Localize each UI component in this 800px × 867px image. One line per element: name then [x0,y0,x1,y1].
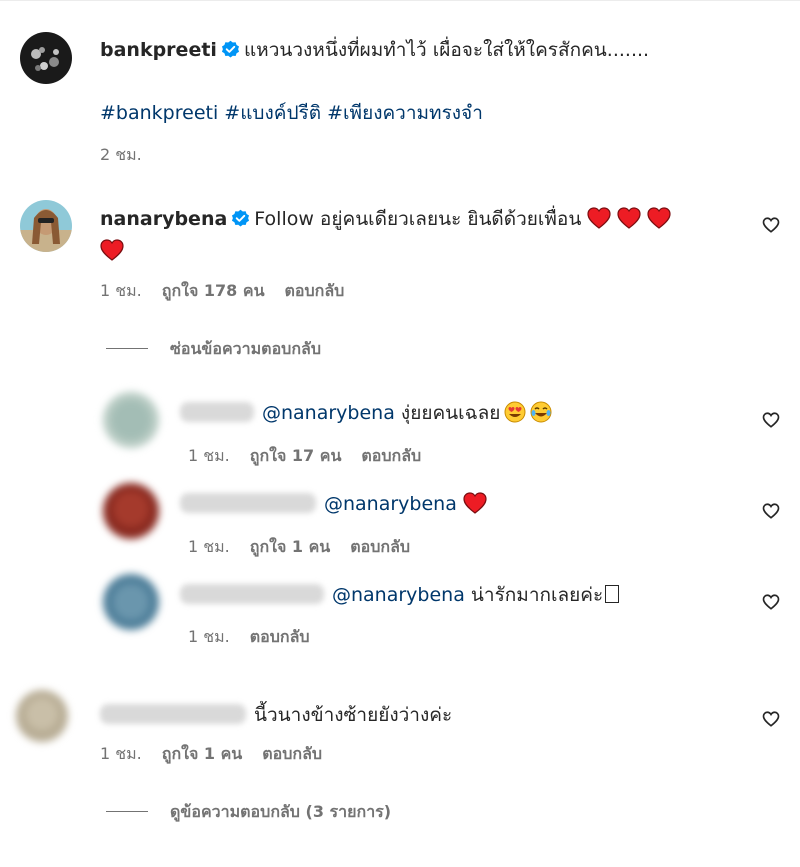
replies-dash [106,348,148,349]
post-time: 2 ชม. [100,145,142,164]
caption-hashtags[interactable]: #bankpreeti #แบงค์ปรีติ #เพียงความทรงจำ [100,100,483,126]
avatar-nanarybena[interactable] [20,200,72,252]
comment-text: Follow อยู่คนเดียวเลยนะ ยินดีด้วยเพื่อน [254,208,582,230]
red-heart-emoji [100,239,124,261]
mention-nanarybena[interactable]: @nanarybena [324,493,457,515]
reply-1: @nanarybena งุ่ยยคนเฉลย [180,400,552,426]
hide-replies-label: ซ่อนข้อความตอบกลับ [170,339,321,358]
reply-text: งุ่ยยคนเฉลย [400,402,501,424]
reply-meta: 1 ชม. ถูกใจ 17 คน ตอบกลับ [188,444,441,469]
avatar-commenter-2[interactable] [16,690,68,742]
red-heart-emoji [587,207,611,229]
reply-text: น่ารักมากเลยค่ะ [470,584,604,606]
reply-likes[interactable]: ถูกใจ 1 คน [250,537,330,556]
comment-time: 1 ชม. [100,744,142,763]
reply-button[interactable]: ตอบกลับ [285,281,345,300]
comment-continuation [100,238,124,264]
reply-time: 1 ชม. [188,537,230,556]
blurred-username[interactable] [180,402,254,422]
reply-button[interactable]: ตอบกลับ [250,627,310,646]
tears-of-joy-emoji [530,401,552,423]
reply-time: 1 ชม. [188,627,230,646]
red-heart-emoji [463,492,487,514]
blurred-username[interactable] [180,493,316,513]
username-nanarybena[interactable]: nanarybena [100,208,227,230]
mention-nanarybena[interactable]: @nanarybena [262,402,395,424]
top-divider [0,0,800,1]
comment-time: 1 ชม. [100,281,142,300]
reply-button[interactable]: ตอบกลับ [350,537,410,556]
comment-2: นี้วนางข้างซ้ายยังว่างค่ะ [100,702,452,728]
view-replies-label: ดูข้อความตอบกลับ (3 รายการ) [170,802,392,821]
reply-button[interactable]: ตอบกลับ [361,446,421,465]
like-heart-icon[interactable] [762,502,780,520]
post-caption: bankpreeti แหวนวงหนึ่งที่ผมทำไว้ เผื่อจะใ… [100,37,649,63]
like-heart-icon[interactable] [762,593,780,611]
red-heart-emoji [647,207,671,229]
verified-badge-icon [232,209,250,227]
like-heart-icon[interactable] [762,411,780,429]
reply-button[interactable]: ตอบกลับ [262,744,322,763]
reply-2: @nanarybena [180,491,487,517]
avatar-bankpreeti[interactable] [20,32,72,84]
like-heart-icon[interactable] [762,216,780,234]
missing-glyph-icon [605,585,620,603]
hide-replies-button[interactable]: ซ่อนข้อความตอบกลับ [106,337,321,362]
verified-badge-icon [221,40,239,58]
comment-nanarybena: nanarybena Follow อยู่คนเดียวเลยนะ ยินดีด… [100,206,671,232]
avatar-reply-1[interactable] [103,392,159,448]
reply-meta: 1 ชม. ถูกใจ 1 คน ตอบกลับ [188,535,430,560]
heart-eyes-emoji [504,401,526,423]
reply-meta: 1 ชม. ตอบกลับ [188,625,330,650]
caption-text: แหวนวงหนึ่งที่ผมทำไว้ เผื่อจะใส่ให้ใครสั… [243,39,650,61]
comment-meta: 1 ชม. ถูกใจ 178 คน ตอบกลับ [100,279,364,304]
post-meta: 2 ชม. [100,143,162,168]
avatar-reply-3[interactable] [103,574,159,630]
like-heart-icon[interactable] [762,710,780,728]
comment-meta: 1 ชม. ถูกใจ 1 คน ตอบกลับ [100,742,342,767]
reply-time: 1 ชม. [188,446,230,465]
replies-dash [106,811,148,812]
comment-likes[interactable]: ถูกใจ 178 คน [162,281,265,300]
username-bankpreeti[interactable]: bankpreeti [100,39,217,61]
reply-3: @nanarybena น่ารักมากเลยค่ะ [180,582,620,608]
blurred-username[interactable] [100,704,246,724]
blurred-username[interactable] [180,584,324,604]
reply-likes[interactable]: ถูกใจ 17 คน [250,446,342,465]
red-heart-emoji [617,207,641,229]
avatar-reply-2[interactable] [103,483,159,539]
mention-nanarybena[interactable]: @nanarybena [332,584,465,606]
comment-likes[interactable]: ถูกใจ 1 คน [162,744,242,763]
comment-text: นี้วนางข้างซ้ายยังว่างค่ะ [254,704,453,726]
view-replies-button[interactable]: ดูข้อความตอบกลับ (3 รายการ) [106,800,391,825]
